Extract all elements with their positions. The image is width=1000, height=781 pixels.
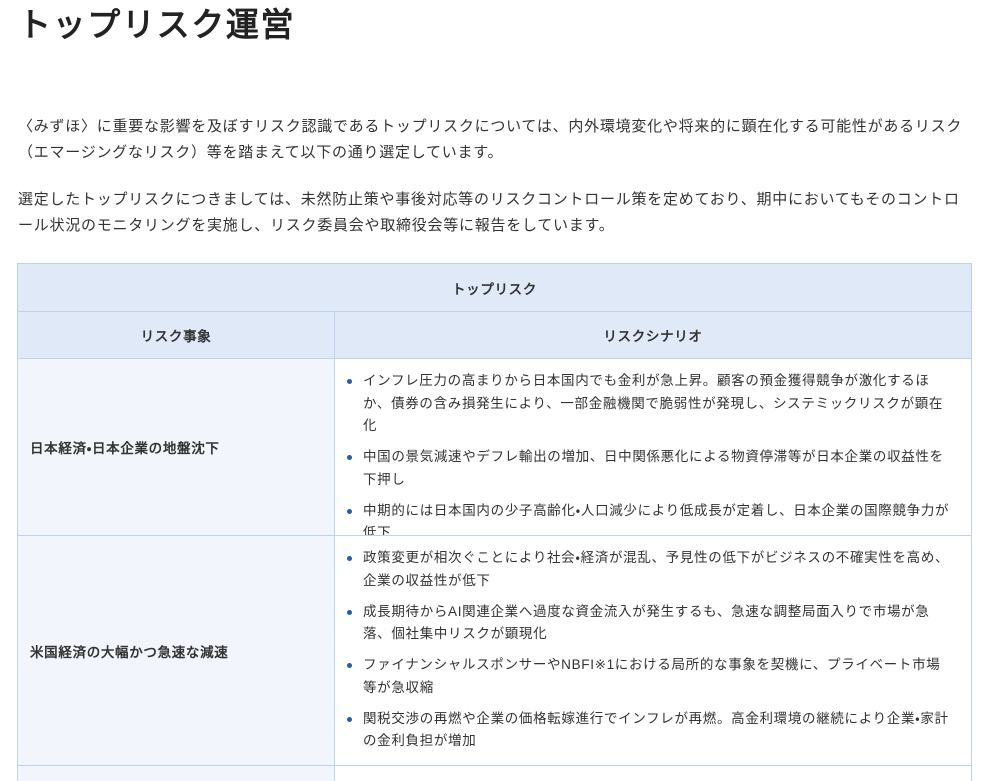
risk-scenario-item: 政策変更が相次ぐことにより社会・経済が混乱、予見性の低下がビジネスの不確実性を高… (347, 547, 953, 592)
intro-paragraph: 〈みずほ〉に重要な影響を及ぼすリスク認識であるトップリスクについては、内外環境変… (18, 118, 963, 161)
table-caption: トップリスク (18, 264, 972, 311)
risk-scenario-item: 中国の景気減速やデフレ輸出の増加、日中関係悪化による物資停滞等が日本企業の収益性… (347, 446, 953, 491)
column-header-risk-event: リスク事象 (18, 312, 335, 358)
risk-scenario-item: 成長期待からAI関連企業へ過度な資金流入が発生するも、急速な調整局面入りで市場が… (347, 601, 953, 646)
risk-scenario-list: インフレ圧力の高まりから日本国内でも金利が急上昇。顧客の預金獲得競争が激化するほ… (347, 370, 953, 536)
bullet-icon (347, 556, 352, 561)
page: トップリスク運営 〈みずほ〉に重要な影響を及ぼすリスク認識であるトップリスクにつ… (0, 0, 1000, 781)
bullet-icon (347, 455, 352, 460)
risk-scenario-cell: 政策変更が相次ぐことにより社会・経済が混乱、予見性の低下がビジネスの不確実性を高… (335, 536, 972, 765)
risk-scenario-text: インフレ圧力の高まりから日本国内でも金利が急上昇。顧客の預金獲得競争が激化するほ… (363, 373, 944, 433)
risk-event-label: 米国経済の大幅かつ急速な減速 (30, 644, 229, 660)
risk-scenario-text: 中国の景気減速やデフレ輸出の増加、日中関係悪化による物資停滞等が日本企業の収益性… (363, 449, 944, 487)
risk-event-cell: 日本経済・日本企業の地盤沈下 (18, 359, 335, 535)
risk-scenario-text: 成長期待からAI関連企業へ過度な資金流入が発生するも、急速な調整局面入りで市場が… (363, 603, 930, 642)
risk-scenario-item: 中期的には日本国内の少子高齢化・人口減少により低成長が定着し、日本企業の国際競争… (347, 500, 953, 536)
table-row: 日本経済・日本企業の地盤沈下 インフレ圧力の高まりから日本国内でも金利が急上昇。… (18, 358, 972, 535)
risk-scenario-item: インフレ圧力の高まりから日本国内でも金利が急上昇。顧客の預金獲得競争が激化するほ… (347, 370, 953, 438)
risk-scenario-text: 関税交渉の再燃や企業の価格転嫁進行でインフレが再燃。高金利環境の継続により企業・… (363, 710, 949, 749)
table-row: 米国経済の大幅かつ急速な減速 政策変更が相次ぐことにより社会・経済が混乱、予見性… (18, 535, 972, 765)
table-header-row: リスク事象 リスクシナリオ (18, 311, 972, 358)
table-caption-row: トップリスク (18, 263, 972, 311)
risk-scenario-text: ファイナンシャルスポンサーやNBFI※1における局所的な事象を契機に、プライベー… (363, 657, 941, 695)
risk-scenario-text: 中期的には日本国内の少子高齢化・人口減少により低成長が定着し、日本企業の国際競争… (363, 502, 950, 536)
risk-scenario-item: 関税交渉の再燃や企業の価格転嫁進行でインフレが再燃。高金利環境の継続により企業・… (347, 708, 953, 753)
intro-paragraph: 選定したトップリスクにつきましては、未然防止策や事後対応等のリスクコントロール策… (18, 191, 960, 234)
risk-scenario-cell (335, 766, 972, 781)
risk-event-cell (18, 766, 335, 781)
risk-event-cell: 米国経済の大幅かつ急速な減速 (18, 536, 335, 765)
bullet-icon (347, 716, 352, 722)
risk-event-label: 日本経済・日本企業の地盤沈下 (30, 441, 220, 456)
risk-scenario-item: ファイナンシャルスポンサーやNBFI※1における局所的な事象を契機に、プライベー… (347, 654, 953, 699)
bullet-icon (347, 609, 352, 615)
bullet-icon (347, 508, 352, 514)
column-header-risk-scenario: リスクシナリオ (335, 312, 972, 358)
table-row (18, 765, 972, 781)
page-title: トップリスク運営 (18, 6, 296, 43)
top-risk-table: トップリスク リスク事象 リスクシナリオ 日本経済・日本企業の地盤沈下 インフレ… (17, 263, 972, 781)
risk-scenario-list: 政策変更が相次ぐことにより社会・経済が混乱、予見性の低下がビジネスの不確実性を高… (347, 547, 953, 753)
bullet-icon (347, 663, 352, 668)
bullet-icon (347, 379, 352, 384)
risk-scenario-text: 政策変更が相次ぐことにより社会・経済が混乱、予見性の低下がビジネスの不確実性を高… (363, 550, 950, 588)
risk-scenario-cell: インフレ圧力の高まりから日本国内でも金利が急上昇。顧客の預金獲得競争が激化するほ… (335, 359, 972, 535)
